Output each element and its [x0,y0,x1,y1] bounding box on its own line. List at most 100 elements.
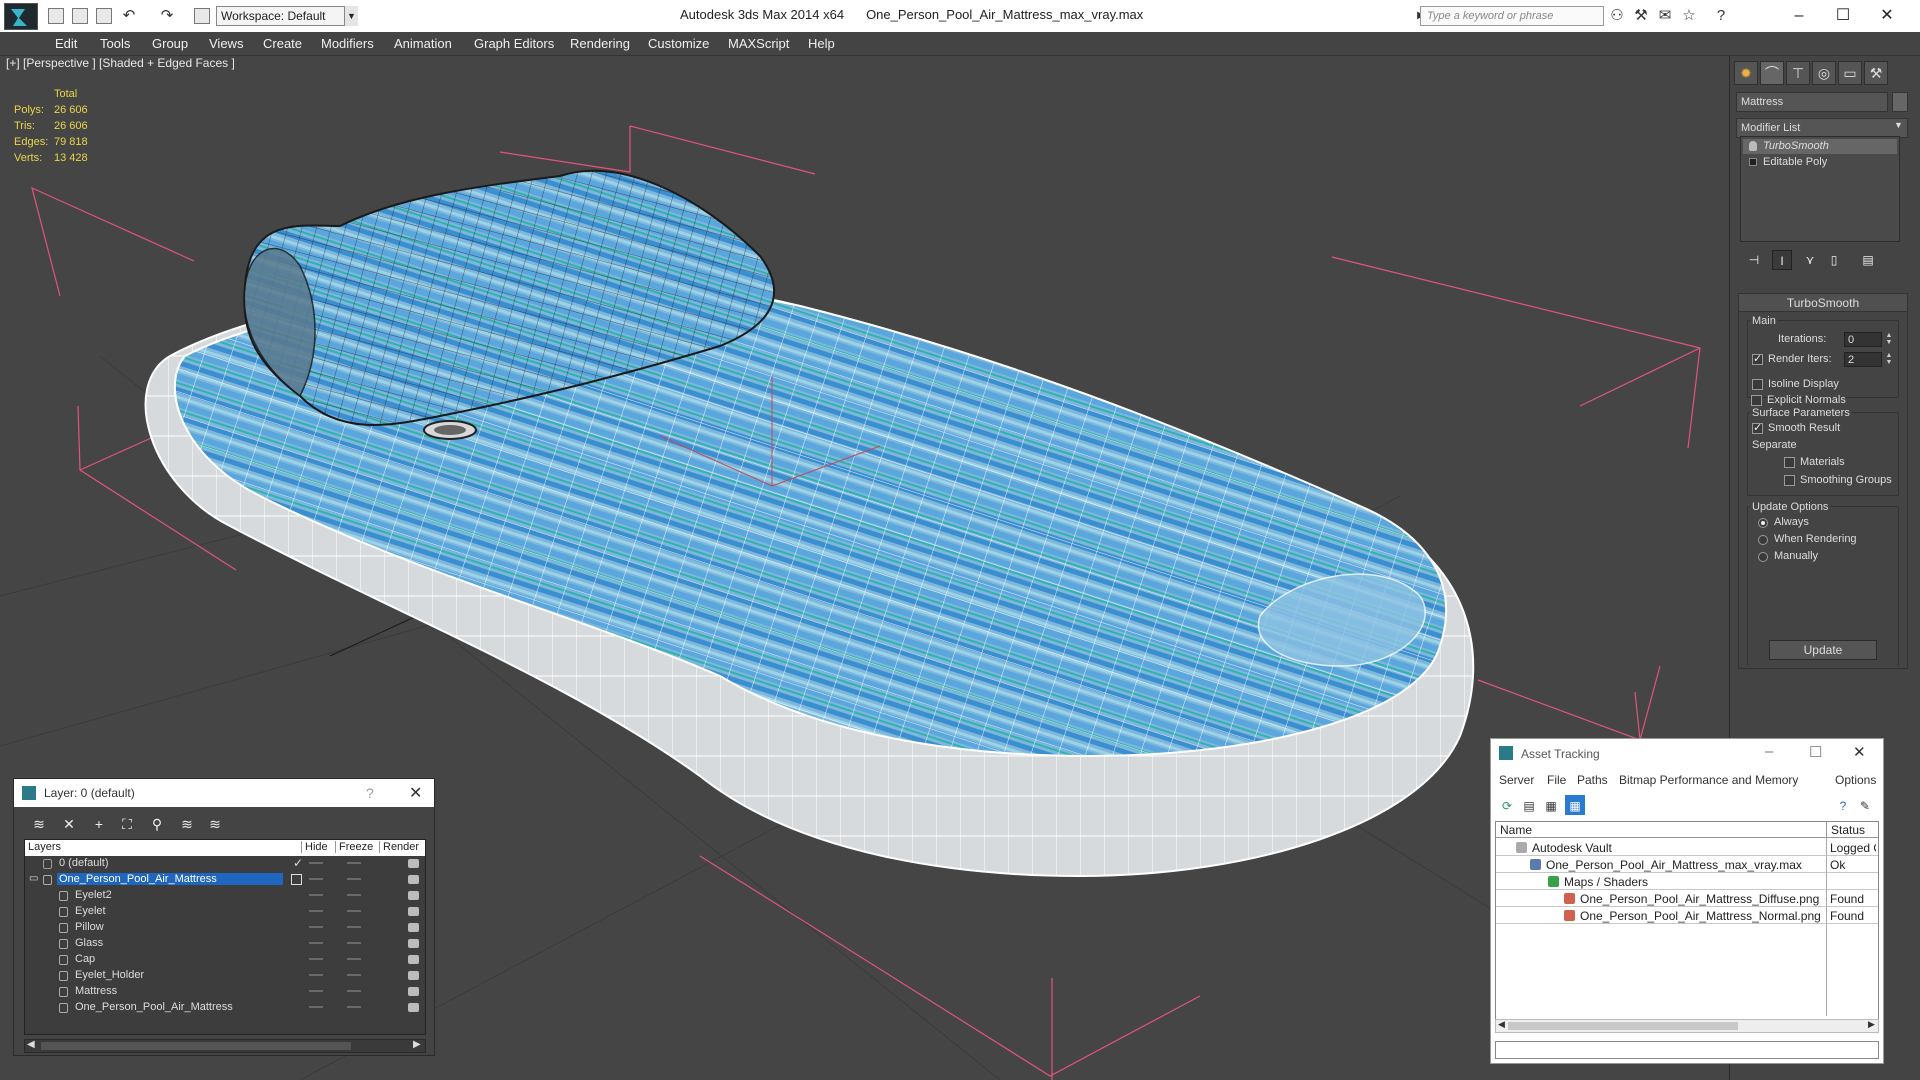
menu-customize[interactable]: Customize [648,36,709,51]
favorites-icon[interactable]: ☆ [1680,7,1698,25]
object-name-field[interactable]: Mattress [1736,92,1888,112]
subscription-icon[interactable]: ⚒ [1632,7,1650,25]
freeze-all-layers-icon[interactable]: ≋ [204,813,226,835]
asset-menu-file[interactable]: File [1547,773,1566,787]
layer-row[interactable]: Eyelet [25,904,425,920]
menu-group[interactable]: Group [152,36,188,51]
menu-help[interactable]: Help [808,36,835,51]
col-status[interactable]: Status [1826,822,1865,838]
isoline-display-checkbox[interactable] [1752,379,1763,390]
layer-row[interactable]: Eyelet2 [25,888,425,904]
render-teapot-icon[interactable] [408,955,419,964]
scroll-left-icon[interactable]: ◀ [27,1039,35,1050]
pin-icon[interactable]: ✎ [1855,795,1875,815]
freeze-toggle[interactable] [347,958,361,960]
minimize-icon[interactable]: – [1765,743,1773,760]
hide-toggle[interactable] [309,926,323,928]
render-iters-spinner[interactable]: 2 [1844,352,1882,367]
hide-toggle[interactable] [309,910,323,912]
communication-icon[interactable]: ✉ [1656,7,1674,25]
menu-maxscript[interactable]: MAXScript [728,36,789,51]
when-rendering-radio[interactable] [1758,535,1768,545]
explicit-normals-checkbox[interactable] [1751,395,1762,406]
hide-toggle[interactable] [309,990,323,992]
col-hide[interactable]: Hide [301,841,335,853]
asset-menu-options[interactable]: Options [1835,773,1876,787]
render-teapot-icon[interactable] [408,923,419,932]
col-render[interactable]: Render [379,841,419,853]
freeze-toggle[interactable] [347,1006,361,1008]
iterations-spinner[interactable]: 0 [1844,332,1882,347]
asset-row[interactable]: Maps / Shaders [1496,874,1878,890]
asset-row[interactable]: One_Person_Pool_Air_Mattress_Diffuse.png… [1496,891,1878,907]
materials-checkbox[interactable] [1784,457,1795,468]
delete-layer-icon[interactable]: ✕ [58,813,80,835]
app-logo-icon[interactable] [4,3,38,30]
always-radio[interactable] [1758,518,1768,528]
manually-radio[interactable] [1758,552,1768,562]
redo-icon[interactable]: ↷ [158,7,176,25]
lightbulb-icon[interactable] [1749,141,1757,151]
search-input[interactable]: Type a keyword or phrase [1420,6,1604,26]
display-tab-icon[interactable]: ▭ [1838,61,1862,85]
scroll-right-icon[interactable]: ▶ [1868,1019,1875,1030]
menu-modifiers[interactable]: Modifiers [321,36,374,51]
asset-row[interactable]: Autodesk Vault Logged Out [1496,840,1878,856]
layer-row[interactable]: Mattress [25,984,425,1000]
menu-rendering[interactable]: Rendering [570,36,630,51]
hide-toggle[interactable] [309,862,323,864]
maximize-icon[interactable]: ☐ [1830,4,1856,28]
stack-item-editable-poly[interactable]: Editable Poly [1743,155,1897,170]
close-icon[interactable]: ✕ [409,783,422,803]
scroll-right-icon[interactable]: ▶ [413,1039,421,1050]
pin-stack-icon[interactable]: ⊣ [1744,250,1764,270]
utilities-tab-icon[interactable]: ⚒ [1864,61,1888,85]
configure-sets-icon[interactable]: ▤ [1858,250,1878,270]
asset-menu-server[interactable]: Server [1499,773,1534,787]
maximize-icon[interactable]: ☐ [1809,743,1822,761]
scrollbar-thumb[interactable] [41,1042,351,1050]
show-end-result-icon[interactable]: I [1772,250,1792,270]
select-in-layer-icon[interactable]: ⛶ [116,813,138,835]
remove-modifier-icon[interactable]: ▯ [1824,250,1844,270]
asset-row[interactable]: One_Person_Pool_Air_Mattress_Normal.png F… [1496,908,1878,924]
table-view-icon[interactable]: ▦ [1541,795,1561,815]
freeze-toggle[interactable] [347,942,361,944]
collapse-icon[interactable]: ▭ [29,873,38,884]
scrollbar-thumb[interactable] [1508,1022,1738,1030]
asset-status-field[interactable] [1495,1041,1879,1059]
render-teapot-icon[interactable] [408,987,419,996]
project-folder-icon[interactable] [194,8,210,24]
render-teapot-icon[interactable] [408,891,419,900]
hide-toggle[interactable] [309,1006,323,1008]
freeze-toggle[interactable] [347,910,361,912]
chevron-down-icon[interactable]: ▼ [344,6,358,26]
render-teapot-icon[interactable] [408,1003,419,1012]
make-unique-icon[interactable]: ⋎ [1800,250,1820,270]
workspace-dropdown[interactable]: Workspace: Default [216,6,358,26]
asset-menu-paths[interactable]: Paths [1577,773,1608,787]
viewport-label[interactable]: [+] [Perspective ] [Shaded + Edged Faces… [6,56,235,70]
layer-row[interactable]: One_Person_Pool_Air_Mattress [25,1000,425,1016]
freeze-toggle[interactable] [347,990,361,992]
save-file-icon[interactable] [96,8,112,24]
menu-graph-editors[interactable]: Graph Editors [474,36,554,51]
menu-create[interactable]: Create [263,36,302,51]
col-freeze[interactable]: Freeze [335,841,379,853]
hide-toggle[interactable] [309,958,323,960]
asset-menu-bitmap[interactable]: Bitmap Performance and Memory [1619,773,1798,787]
chevron-down-icon[interactable]: ▼ [1894,120,1903,130]
hide-all-layers-icon[interactable]: ≋ [176,813,198,835]
layer-row[interactable]: Pillow [25,920,425,936]
freeze-toggle[interactable] [347,862,361,864]
motion-tab-icon[interactable]: ◎ [1812,61,1836,85]
select-layer-icon[interactable]: ⚲ [146,813,168,835]
menu-animation[interactable]: Animation [394,36,452,51]
hierarchy-tab-icon[interactable]: ⊤ [1786,61,1810,85]
horizontal-scrollbar[interactable]: ◀ ▶ [24,1039,426,1053]
freeze-toggle[interactable] [347,974,361,976]
freeze-toggle[interactable] [347,926,361,928]
create-tab-icon[interactable]: ✹ [1734,61,1758,85]
render-teapot-icon[interactable] [408,859,419,868]
minimize-icon[interactable]: – [1786,4,1812,28]
